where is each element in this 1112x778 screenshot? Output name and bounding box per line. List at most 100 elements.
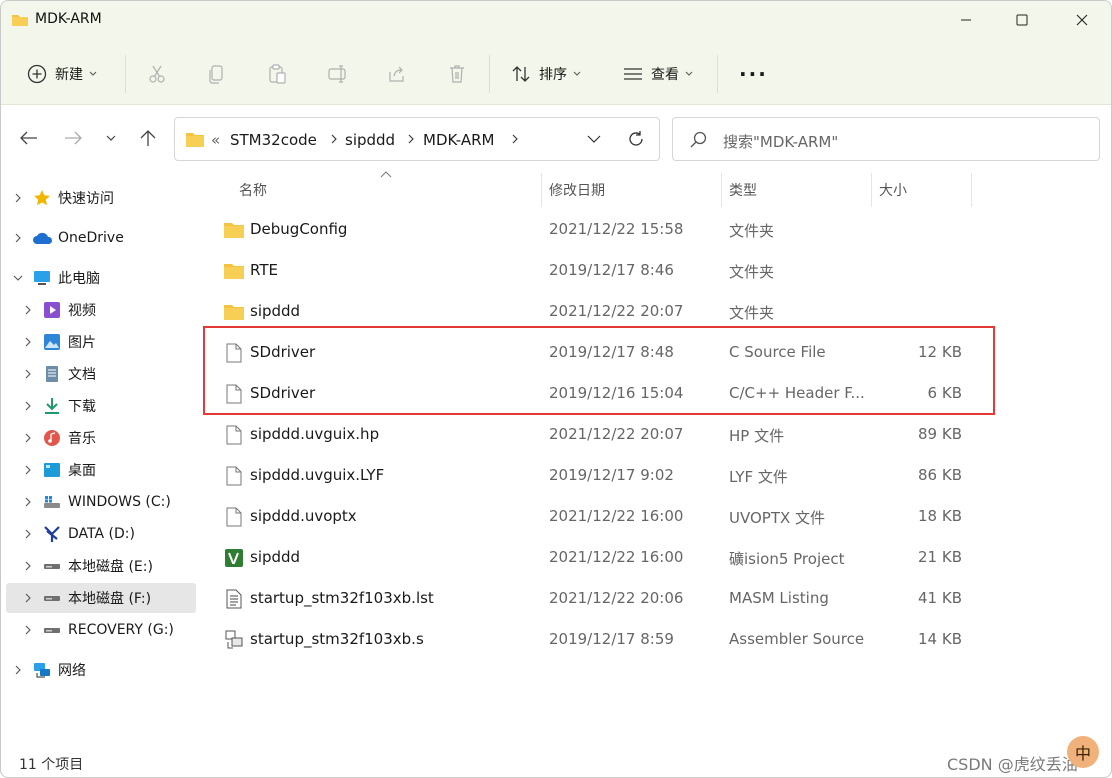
- sidebar-item-downloads[interactable]: 下载: [1, 391, 200, 421]
- sidebar-item-drive-e[interactable]: 本地磁盘 (E:): [1, 551, 200, 581]
- chevron-right-icon[interactable]: [13, 665, 23, 675]
- file-name: SDdriver: [250, 343, 316, 361]
- sort-button[interactable]: 排序: [511, 59, 581, 89]
- minimize-button[interactable]: [943, 1, 989, 39]
- chevron-down-icon[interactable]: [13, 273, 23, 283]
- file-row[interactable]: DebugConfig 2021/12/22 15:58 文件夹: [201, 209, 991, 250]
- overflow-breadcrumb[interactable]: «: [211, 131, 220, 149]
- chevron-right-icon[interactable]: [23, 465, 33, 475]
- column-header-date[interactable]: 修改日期: [549, 180, 605, 210]
- search-box[interactable]: 搜索"MDK-ARM": [672, 117, 1100, 161]
- chevron-right-icon[interactable]: [23, 593, 33, 603]
- chevron-right-icon[interactable]: [13, 233, 23, 243]
- sidebar-item-drive-c[interactable]: WINDOWS (C:): [1, 487, 200, 517]
- file-type: MASM Listing: [729, 589, 829, 607]
- sidebar-item-pictures[interactable]: 图片: [1, 327, 200, 357]
- copy-button[interactable]: [207, 59, 227, 89]
- chevron-right-icon[interactable]: [23, 433, 33, 443]
- column-divider[interactable]: [971, 173, 972, 207]
- back-button[interactable]: [18, 127, 40, 149]
- breadcrumb-item[interactable]: sipddd: [345, 131, 395, 149]
- cut-button[interactable]: [147, 59, 167, 89]
- sidebar-item-label: 音乐: [68, 431, 96, 447]
- ime-indicator[interactable]: 中: [1067, 736, 1099, 768]
- sidebar-item-desktop[interactable]: 桌面: [1, 455, 200, 485]
- column-divider[interactable]: [721, 173, 722, 207]
- file-row[interactable]: startup_stm32f103xb.lst 2021/12/22 20:06…: [201, 578, 991, 619]
- file-row[interactable]: RTE 2019/12/17 8:46 文件夹: [201, 250, 991, 291]
- sidebar-item-drive-g[interactable]: RECOVERY (G:): [1, 615, 200, 645]
- address-bar[interactable]: « STM32code sipddd MDK-ARM: [174, 117, 660, 161]
- breadcrumb-item[interactable]: MDK-ARM: [423, 131, 494, 149]
- chevron-right-icon[interactable]: [23, 625, 33, 635]
- column-header-type[interactable]: 类型: [729, 180, 757, 210]
- paste-button[interactable]: [267, 59, 287, 89]
- chevron-right-icon[interactable]: [23, 561, 33, 571]
- sidebar-item-this-pc[interactable]: 此电脑: [1, 263, 200, 293]
- chevron-right-icon[interactable]: [13, 193, 23, 203]
- file-explorer-window: MDK-ARM 新建 排序 查看 ... « STM32code sipddd …: [0, 0, 1112, 778]
- recent-locations-button[interactable]: [100, 127, 122, 149]
- share-icon: [389, 66, 404, 82]
- file-row[interactable]: sipddd 2021/12/22 20:07 文件夹: [201, 291, 991, 332]
- column-header-name[interactable]: 名称: [239, 180, 267, 210]
- chevron-right-icon[interactable]: [23, 305, 33, 315]
- chevron-right-icon[interactable]: [23, 337, 33, 347]
- delete-button[interactable]: [447, 59, 467, 89]
- column-divider[interactable]: [541, 173, 542, 207]
- file-type: 文件夹: [729, 304, 775, 322]
- sidebar-item-drive-d[interactable]: DATA (D:): [1, 519, 200, 549]
- file-row[interactable]: sipddd 2021/12/22 16:00 礦ision5 Project …: [201, 537, 991, 578]
- address-history-icon[interactable]: [587, 135, 601, 144]
- file-name: sipddd: [250, 302, 301, 320]
- sidebar-item-network[interactable]: 网络: [1, 655, 200, 685]
- chevron-right-icon[interactable]: [511, 133, 519, 145]
- file-row[interactable]: sipddd.uvoptx 2021/12/22 16:00 UVOPTX 文件…: [201, 496, 991, 537]
- up-button[interactable]: [137, 127, 159, 149]
- paste-icon: [269, 64, 286, 84]
- file-row[interactable]: SDdriver 2019/12/17 8:48 C Source File 1…: [201, 332, 991, 373]
- chevron-right-icon[interactable]: [23, 401, 33, 411]
- sidebar-item-documents[interactable]: 文档: [1, 359, 200, 389]
- column-divider[interactable]: [871, 173, 872, 207]
- sort-ascending-icon: [380, 171, 392, 178]
- column-header-size[interactable]: 大小: [879, 180, 907, 210]
- close-button[interactable]: [1059, 1, 1105, 39]
- chevron-right-icon[interactable]: [23, 369, 33, 379]
- view-button[interactable]: 查看: [623, 59, 693, 89]
- more-icon: ...: [739, 57, 768, 81]
- file-row[interactable]: SDdriver 2019/12/16 15:04 C/C++ Header F…: [201, 373, 991, 414]
- forward-button[interactable]: [62, 127, 84, 149]
- more-options-button[interactable]: ...: [739, 57, 768, 89]
- file-type: 文件夹: [729, 222, 775, 240]
- sidebar-item-quick-access[interactable]: 快速访问: [1, 183, 200, 213]
- file-size: 89 KB: [918, 425, 962, 443]
- sidebar-item-drive-f[interactable]: 本地磁盘 (F:): [6, 583, 196, 613]
- rename-button[interactable]: [327, 59, 349, 89]
- title-bar[interactable]: MDK-ARM: [1, 1, 1111, 41]
- file-name: sipddd.uvguix.LYF: [250, 466, 385, 484]
- chevron-right-icon[interactable]: [23, 529, 33, 539]
- refresh-icon[interactable]: [627, 130, 645, 148]
- documents-icon: [46, 366, 58, 382]
- new-button[interactable]: 新建: [27, 59, 97, 89]
- watermark: CSDN @虎纹丢油: [947, 755, 1078, 774]
- sidebar-item-onedrive[interactable]: OneDrive: [1, 223, 200, 253]
- sidebar-item-label: 网络: [58, 663, 86, 679]
- file-row[interactable]: sipddd.uvguix.LYF 2019/12/17 9:02 LYF 文件…: [201, 455, 991, 496]
- navigation-pane: 快速访问 OneDrive 此电脑 视频 图片 文档 下载 音乐 桌面 WIND…: [1, 169, 200, 749]
- star-icon: [34, 190, 50, 206]
- chevron-right-icon[interactable]: [407, 133, 415, 145]
- share-button[interactable]: [387, 59, 407, 89]
- file-row[interactable]: startup_stm32f103xb.s 2019/12/17 8:59 As…: [201, 619, 991, 660]
- sidebar-item-videos[interactable]: 视频: [1, 295, 200, 325]
- chevron-right-icon[interactable]: [23, 497, 33, 507]
- data-drive-icon: [44, 526, 60, 542]
- sidebar-item-label: 视频: [68, 303, 96, 319]
- chevron-right-icon[interactable]: [330, 133, 338, 145]
- file-row[interactable]: sipddd.uvguix.hp 2021/12/22 20:07 HP 文件 …: [201, 414, 991, 455]
- maximize-button[interactable]: [999, 1, 1045, 39]
- breadcrumb-item[interactable]: STM32code: [230, 131, 317, 149]
- file-size: 14 KB: [918, 630, 962, 648]
- sidebar-item-music[interactable]: 音乐: [1, 423, 200, 453]
